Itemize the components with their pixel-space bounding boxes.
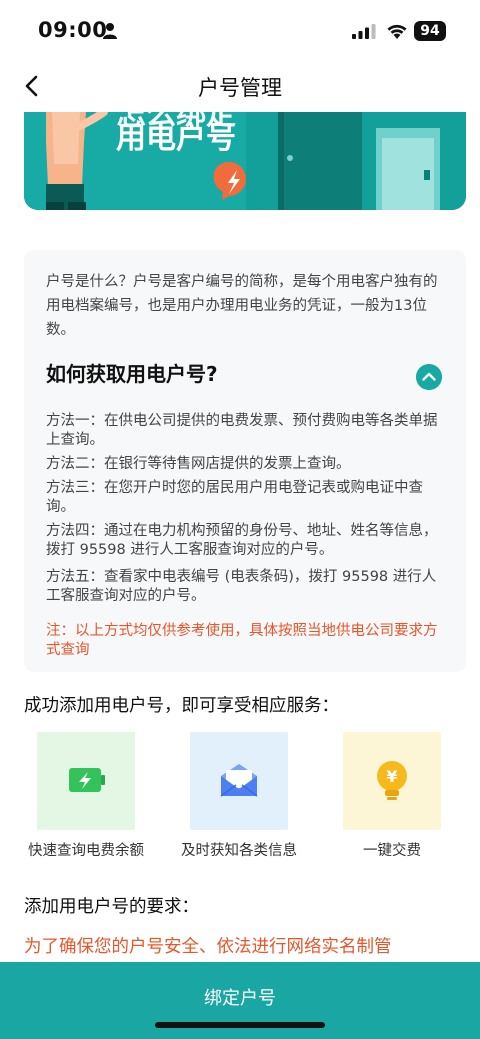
nav-bar: 户号管理 [0,64,480,108]
wifi-icon [387,24,407,39]
services-title: 成功添加用电户号，即可享受相应服务： [24,696,339,716]
service-label-info: 及时获知各类信息 [181,843,297,859]
chevron-up-icon[interactable] [416,364,442,390]
signal-icon [352,24,376,39]
info-card: 户号是什么？户号是客户编号的简称，是每个用电客户独有的用电档案编号，也是用户办理… [24,250,466,672]
battery-charge-icon [69,768,105,792]
requirements-text: 为了确保您的户号安全、依法进行网络实名制管 [24,937,392,957]
service-tile-balance[interactable] [37,732,135,830]
battery-icon: 94 [414,21,446,41]
how-to-get-title: 如何获取用电户号? [46,362,218,386]
service-label-balance: 快速查询电费余额 [28,843,144,859]
page-title: 户号管理 [198,76,282,100]
service-tile-pay[interactable]: ¥ [343,732,441,830]
method-item: 方法五：查看家中电表编号 (电表条码)，拨打 95598 进行人工客服查询对应的… [46,569,437,604]
person-icon [103,23,117,39]
bind-button-label: 绑定户号 [204,988,276,1009]
status-bar: 09:00 94 [0,0,480,64]
svg-text:¥: ¥ [386,767,397,786]
method-item: 方法三：在您开户时您的居民用户用电登记表或购电证中查询。 [46,480,423,515]
intro-text: 户号是什么？户号是客户编号的简称，是每个用电客户独有的用电档案编号，也是用户办理… [46,274,438,338]
note-text: 注：以上方式均仅供参考使用，具体按照当地供电公司要求方式查询 [46,623,438,658]
coin-bulb-icon: ¥ [377,761,407,800]
guide-banner[interactable]: 怎么绑定 用电户号 [24,112,466,210]
service-tile-info[interactable] [190,732,288,830]
method-item: 方法二：在银行等待售网店提供的发票上查询。 [46,456,351,472]
banner-illustration [24,112,466,210]
status-time: 09:00 [38,18,108,42]
banner-title-partial: 怎么绑定 [116,112,236,132]
service-label-pay: 一键交费 [363,843,421,859]
requirements-title: 添加用电户号的要求： [24,897,199,917]
envelope-icon [220,764,258,797]
method-item: 方法一：在供电公司提供的电费发票、预付费购电等各类单据上查询。 [46,413,438,448]
banner-title: 怎么绑定 用电户号 [116,112,236,156]
method-item: 方法四：通过在电力机构预留的身份号、地址、姓名等信息，拨打 95598 进行人工… [46,523,438,558]
home-indicator [155,1022,325,1028]
